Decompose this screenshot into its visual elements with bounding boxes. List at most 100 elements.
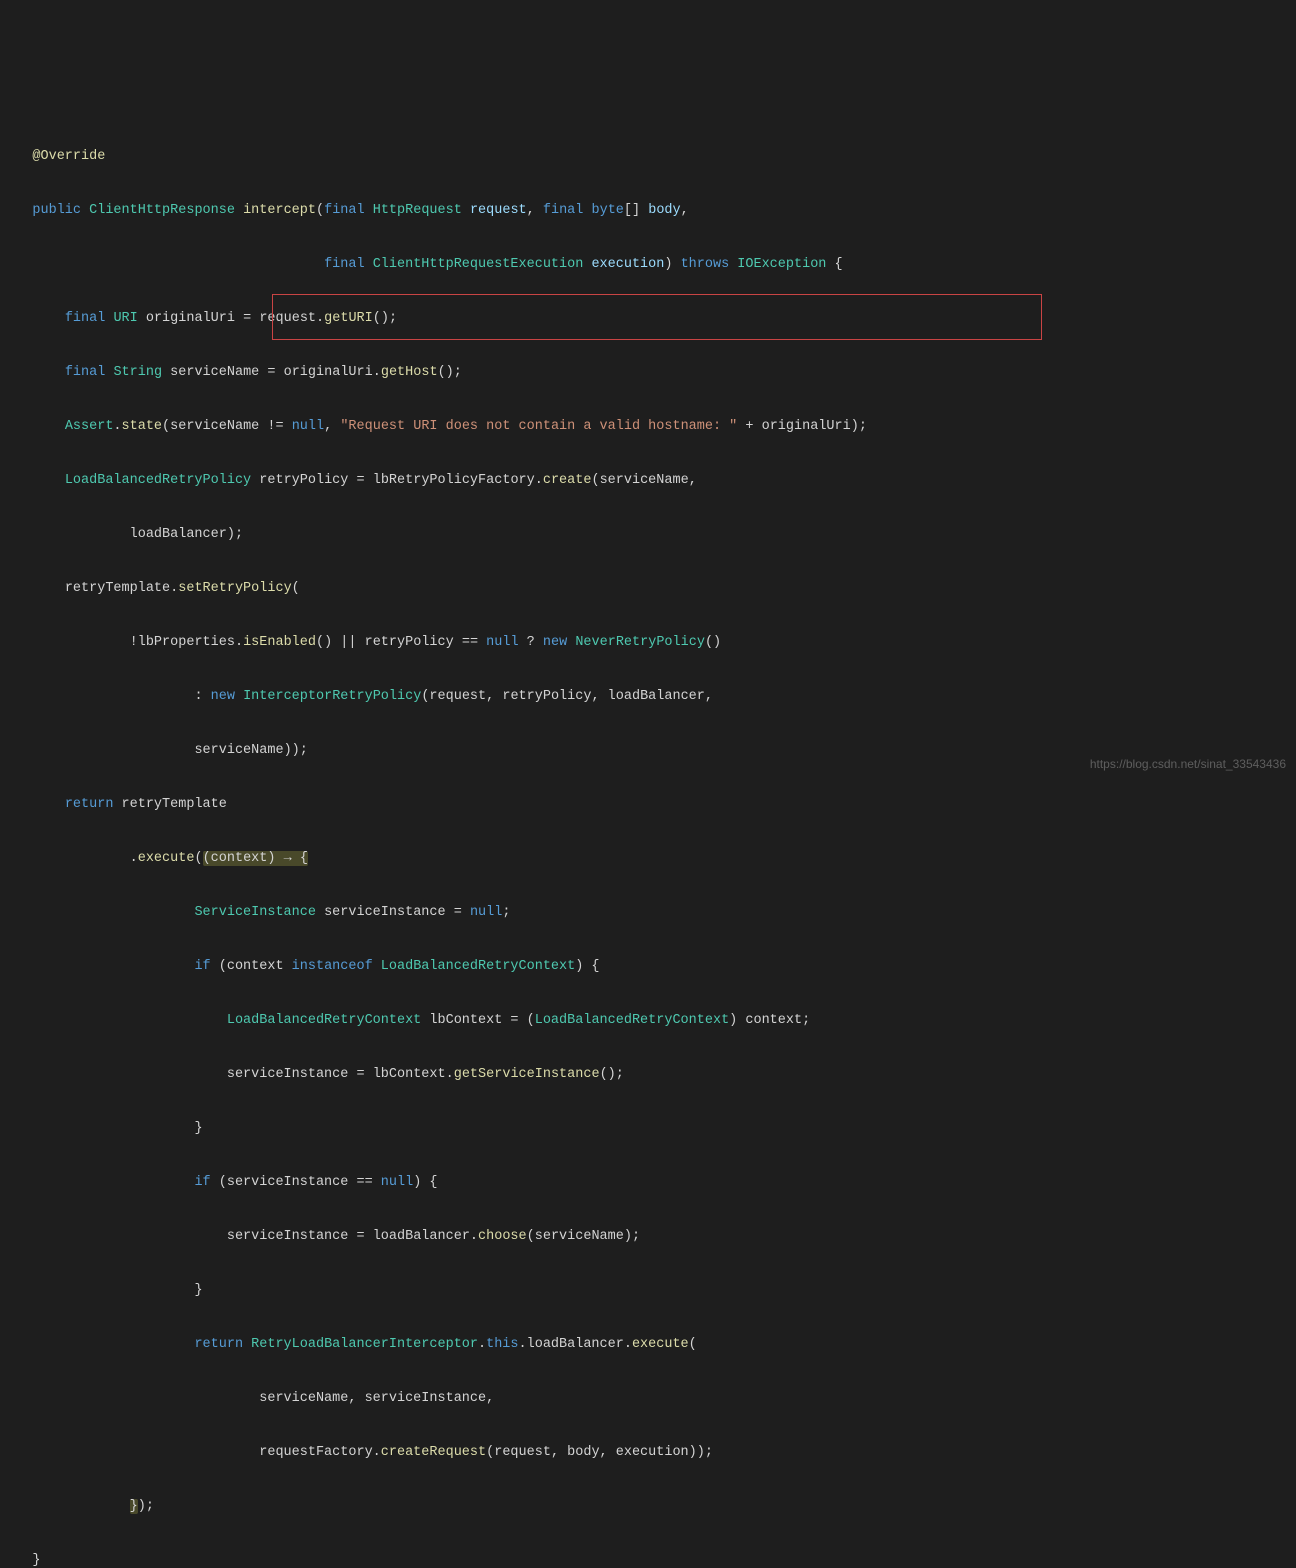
method: state: [122, 419, 163, 434]
brace: {: [300, 851, 308, 866]
code-line: if (context instanceof LoadBalancedRetry…: [0, 953, 1296, 980]
code-line: serviceName, serviceInstance,: [0, 1385, 1296, 1412]
type: ClientHttpRequestExecution: [373, 257, 584, 272]
var: serviceInstance: [227, 1229, 349, 1244]
kw-if: if: [194, 959, 210, 974]
code-line: });: [0, 1493, 1296, 1520]
var: retryTemplate: [65, 581, 170, 596]
kw-null: null: [381, 1175, 413, 1190]
type: LoadBalancedRetryContext: [227, 1013, 421, 1028]
var: lbContext: [373, 1067, 446, 1082]
method-name: intercept: [243, 203, 316, 218]
op: ||: [340, 635, 356, 650]
type-byte: byte: [592, 203, 624, 218]
var: serviceName: [535, 1229, 624, 1244]
var: serviceName: [170, 365, 259, 380]
code-line: Assert.state(serviceName != null, "Reque…: [0, 413, 1296, 440]
code-line: final String serviceName = originalUri.g…: [0, 359, 1296, 386]
string-literal: "Request URI does not contain a valid ho…: [340, 419, 737, 434]
method: execute: [632, 1337, 689, 1352]
param: execution: [591, 257, 664, 272]
param: request: [470, 203, 527, 218]
kw-final: final: [324, 257, 365, 272]
op: :: [194, 689, 202, 704]
eq: =: [356, 1067, 364, 1082]
code-line: retryTemplate.setRetryPolicy(: [0, 575, 1296, 602]
var: context: [227, 959, 284, 974]
code-line: return RetryLoadBalancerInterceptor.this…: [0, 1331, 1296, 1358]
code-line: LoadBalancedRetryPolicy retryPolicy = lb…: [0, 467, 1296, 494]
kw-throws: throws: [681, 257, 730, 272]
code-line: .execute((context) → {: [0, 845, 1296, 872]
var: retryTemplate: [122, 797, 227, 812]
var: request: [494, 1445, 551, 1460]
kw-final: final: [324, 203, 365, 218]
type: LoadBalancedRetryContext: [381, 959, 575, 974]
op: !: [130, 635, 138, 650]
kw-if: if: [194, 1175, 210, 1190]
method: getServiceInstance: [454, 1067, 600, 1082]
method: create: [543, 473, 592, 488]
kw-this: this: [486, 1337, 518, 1352]
brace: }: [194, 1121, 202, 1136]
var: retryPolicy: [259, 473, 348, 488]
code-line: }: [0, 1277, 1296, 1304]
code-line: public ClientHttpResponse intercept(fina…: [0, 197, 1296, 224]
watermark: https://blog.csdn.net/sinat_33543436: [1090, 751, 1286, 778]
var: serviceInstance: [324, 905, 446, 920]
var: loadBalancer: [608, 689, 705, 704]
code-line: final URI originalUri = request.getURI()…: [0, 305, 1296, 332]
var: body: [567, 1445, 599, 1460]
code-line: if (serviceInstance == null) {: [0, 1169, 1296, 1196]
kw-final: final: [65, 311, 106, 326]
kw-null: null: [486, 635, 518, 650]
type: LoadBalancedRetryPolicy: [65, 473, 251, 488]
kw-null: null: [292, 419, 324, 434]
eq: =: [357, 473, 365, 488]
var: retryPolicy: [502, 689, 591, 704]
var: lbRetryPolicyFactory: [373, 473, 535, 488]
type: HttpRequest: [373, 203, 462, 218]
code-block: @Override public ClientHttpResponse inte…: [0, 108, 1296, 1568]
code-line: !lbProperties.isEnabled() || retryPolicy…: [0, 629, 1296, 656]
var: lbProperties: [138, 635, 235, 650]
eq: =: [510, 1013, 518, 1028]
kw-new: new: [543, 635, 567, 650]
code-line: LoadBalancedRetryContext lbContext = (Lo…: [0, 1007, 1296, 1034]
lambda-param: (context): [203, 851, 276, 866]
arrow-icon: →: [284, 851, 292, 866]
var: serviceInstance: [365, 1391, 487, 1406]
type: LoadBalancedRetryContext: [535, 1013, 729, 1028]
code-line: serviceInstance = loadBalancer.choose(se…: [0, 1223, 1296, 1250]
kw-instanceof: instanceof: [292, 959, 373, 974]
method: getURI: [324, 311, 373, 326]
kw-new: new: [211, 689, 235, 704]
code-line: requestFactory.createRequest(request, bo…: [0, 1439, 1296, 1466]
method: setRetryPolicy: [178, 581, 291, 596]
eq: =: [267, 365, 275, 380]
kw-final: final: [65, 365, 106, 380]
type: String: [113, 365, 162, 380]
type: Assert: [65, 419, 114, 434]
var: request: [429, 689, 486, 704]
var: loadBalancer: [373, 1229, 470, 1244]
type: URI: [113, 311, 137, 326]
code-line: loadBalancer);: [0, 521, 1296, 548]
kw-public: public: [32, 203, 81, 218]
lambda-close: }: [130, 1499, 138, 1514]
method: execute: [138, 851, 195, 866]
brace: }: [32, 1553, 40, 1568]
kw-return: return: [194, 1337, 243, 1352]
var: context: [745, 1013, 802, 1028]
op: ==: [462, 635, 478, 650]
method: getHost: [381, 365, 438, 380]
type: ClientHttpResponse: [89, 203, 235, 218]
var: retryPolicy: [365, 635, 454, 650]
var: requestFactory: [259, 1445, 372, 1460]
var: execution: [616, 1445, 689, 1460]
code-line: }: [0, 1115, 1296, 1142]
brace: }: [194, 1283, 202, 1298]
code-line: }: [0, 1547, 1296, 1568]
code-line: @Override: [0, 143, 1296, 170]
var: serviceName: [170, 419, 259, 434]
